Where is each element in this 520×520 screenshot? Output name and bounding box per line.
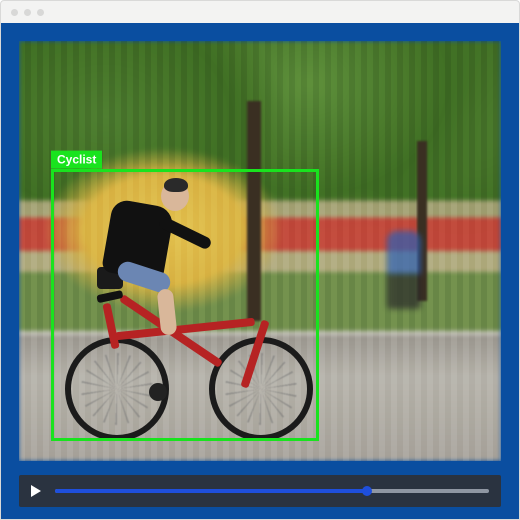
browser-window: Cyclist xyxy=(0,0,520,520)
detection-label: Cyclist xyxy=(51,151,102,169)
traffic-light-dot xyxy=(24,9,31,16)
video-player-bar xyxy=(19,475,501,507)
content-frame: Cyclist xyxy=(1,23,519,519)
progress-fill xyxy=(55,489,367,493)
progress-track[interactable] xyxy=(55,489,489,493)
traffic-light-dot xyxy=(11,9,18,16)
video-stage: Cyclist xyxy=(19,41,501,461)
detection-bounding-box[interactable]: Cyclist xyxy=(51,169,319,441)
window-titlebar xyxy=(1,1,519,23)
traffic-light-dot xyxy=(37,9,44,16)
play-button[interactable] xyxy=(31,485,41,497)
pedestrian-blur xyxy=(387,231,421,309)
progress-thumb[interactable] xyxy=(362,486,372,496)
